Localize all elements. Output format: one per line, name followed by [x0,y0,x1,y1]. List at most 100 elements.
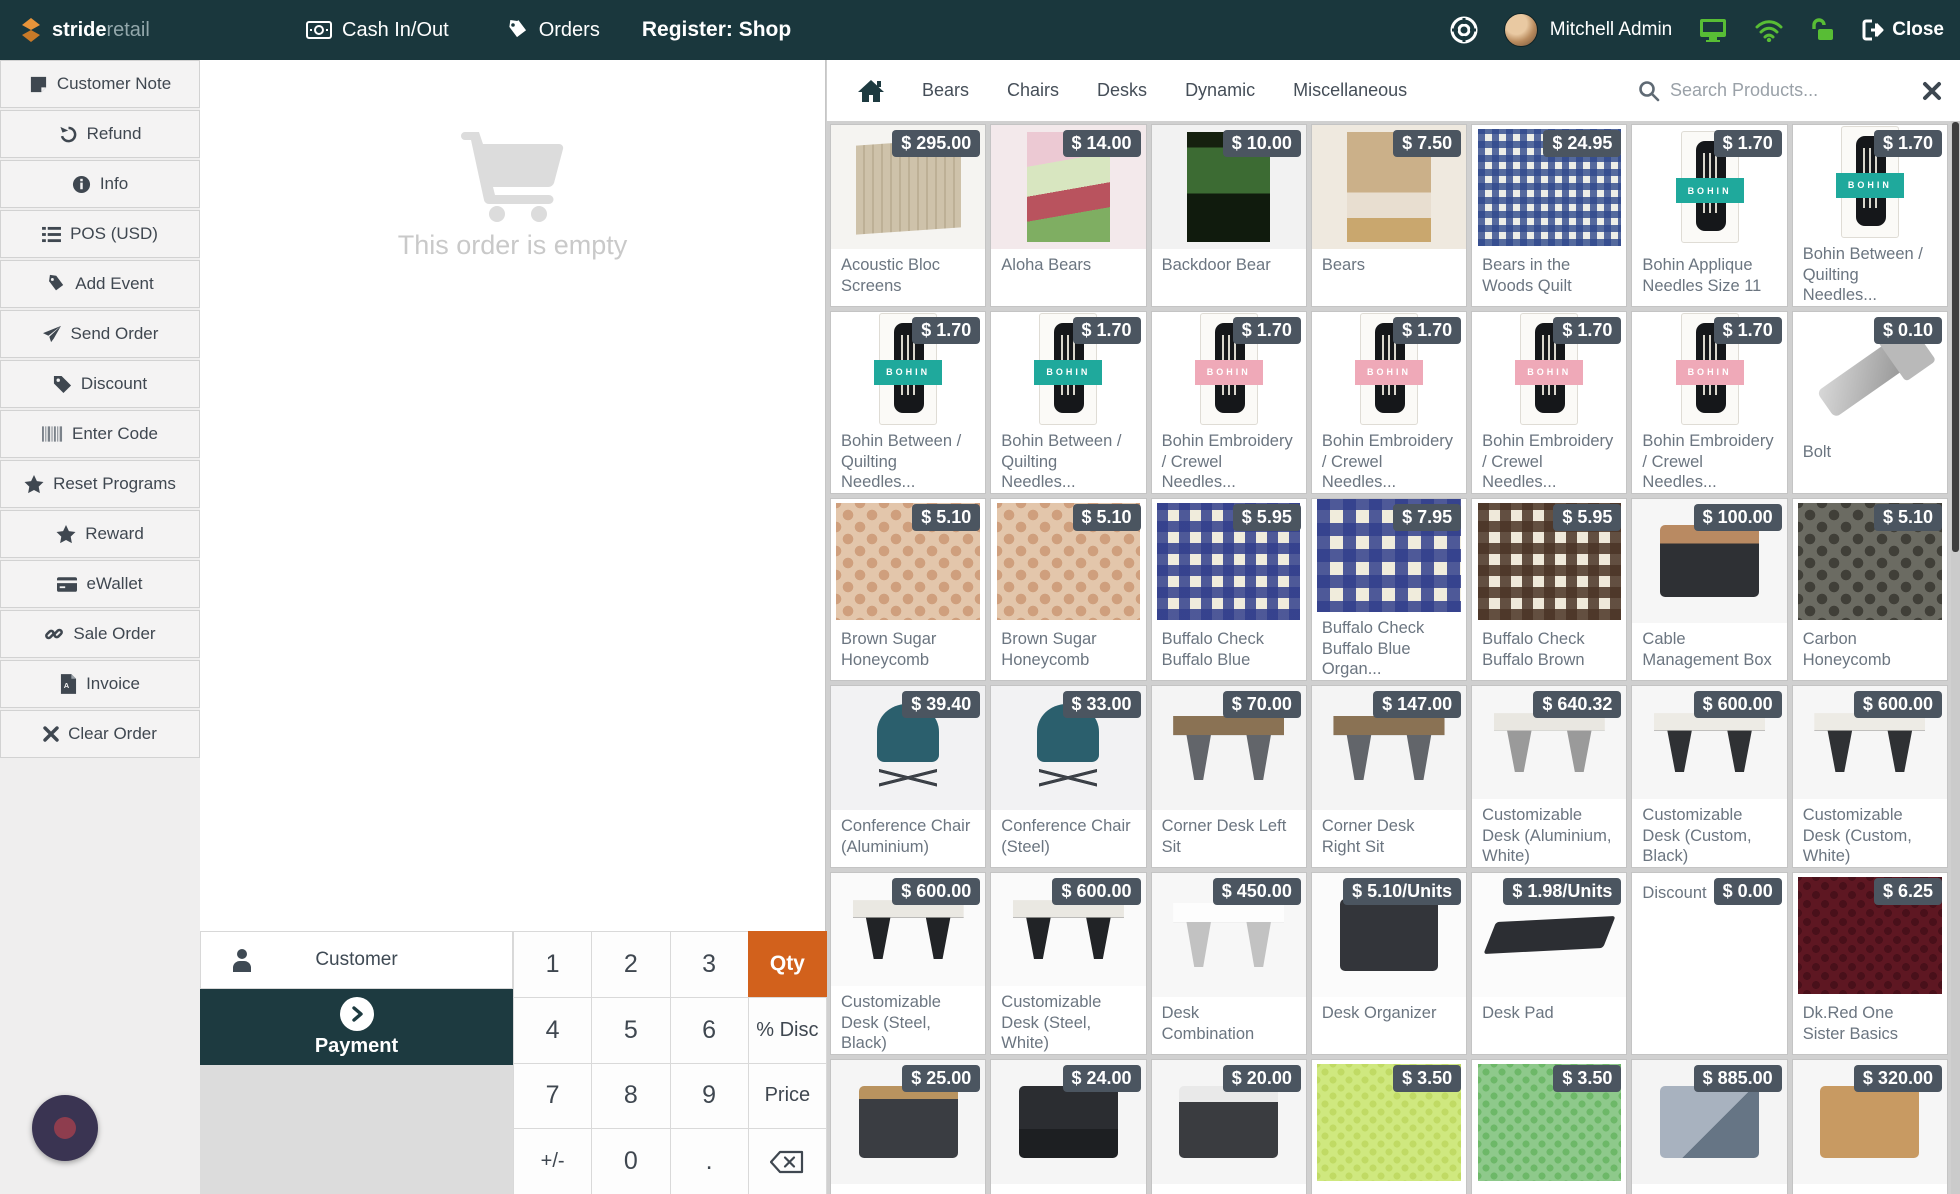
price-badge: $ 33.00 [1063,691,1141,718]
product-card[interactable]: $ 3.50 [1311,1059,1467,1194]
product-search [1638,80,1900,102]
refund-icon [59,125,78,144]
product-card-bears-in-the-woods-quilt[interactable]: $ 24.95Bears in the Woods Quilt [1471,124,1627,307]
numpad-key-3[interactable]: 3 [670,931,749,998]
product-card-brown-sugar-honeycomb[interactable]: $ 5.10Brown Sugar Honeycomb [990,498,1146,681]
chat-fab-button[interactable] [32,1095,98,1161]
close-session-button[interactable]: Close [1862,19,1944,41]
product-card-customizable-desk-aluminium-white[interactable]: $ 640.32Customizable Desk (Aluminium, Wh… [1471,685,1627,868]
product-card-buffalo-check-buffalo-brown[interactable]: $ 5.95Buffalo Check Buffalo Brown [1471,498,1627,681]
numpad-key-price[interactable]: Price [748,1063,827,1130]
product-card-desk-organizer[interactable]: $ 5.10/UnitsDesk Organizer [1311,872,1467,1055]
customer-display-icon[interactable] [1698,17,1728,43]
product-card-bohin-embroidery-crewel-needles[interactable]: $ 1.70BOHINBohin Embroidery / Crewel Nee… [1471,311,1627,494]
product-card-bolt[interactable]: $ 0.10Bolt [1792,311,1948,494]
product-card-bohin-between-quilting-needles[interactable]: $ 1.70BOHINBohin Between / Quilting Need… [990,311,1146,494]
numpad-key-.[interactable]: . [670,1128,749,1194]
product-card-customizable-desk-steel-black[interactable]: $ 600.00Customizable Desk (Steel, Black) [830,872,986,1055]
user-avatar[interactable] [1504,13,1538,47]
price-badge: $ 5.10/Units [1343,878,1461,905]
product-card-bohin-between-quilting-needles[interactable]: $ 1.70BOHINBohin Between / Quilting Need… [1792,124,1948,307]
wifi-status-icon[interactable] [1754,18,1784,42]
customer-button[interactable]: Customer [200,931,513,989]
product-card-bears[interactable]: $ 7.50Bears [1311,124,1467,307]
product-scrollbar-thumb[interactable] [1952,122,1959,552]
numpad-key-+/-[interactable]: +/- [513,1128,592,1194]
numpad-key-7[interactable]: 7 [513,1063,592,1130]
payment-button[interactable]: Payment [200,989,513,1065]
category-tab-bears[interactable]: Bears [903,60,988,121]
sidebar-button-info[interactable]: Info [0,160,200,208]
product-card[interactable]: $ 25.00 [830,1059,986,1194]
user-menu[interactable]: Mitchell Admin [1550,19,1673,41]
numpad-key-4[interactable]: 4 [513,997,592,1064]
sidebar-button-pos-usd[interactable]: POS (USD) [0,210,200,258]
product-card-buffalo-check-buffalo-blue[interactable]: $ 5.95Buffalo Check Buffalo Blue [1151,498,1307,681]
sidebar-button-refund[interactable]: Refund [0,110,200,158]
product-card[interactable]: $ 885.00 [1631,1059,1787,1194]
sidebar-button-reset-programs[interactable]: Reset Programs [0,460,200,508]
numpad-key-2[interactable]: 2 [591,931,670,998]
category-tab-miscellaneous[interactable]: Miscellaneous [1274,60,1426,121]
product-card-brown-sugar-honeycomb[interactable]: $ 5.10Brown Sugar Honeycomb [830,498,986,681]
sidebar-button-reward[interactable]: Reward [0,510,200,558]
product-card-acoustic-bloc-screens[interactable]: $ 295.00Acoustic Bloc Screens [830,124,986,307]
numpad-key-9[interactable]: 9 [670,1063,749,1130]
lifebuoy-icon[interactable] [1450,16,1478,44]
sidebar-button-discount[interactable]: Discount [0,360,200,408]
sidebar-button-clear-order[interactable]: Clear Order [0,710,200,758]
product-card-aloha-bears[interactable]: $ 14.00Aloha Bears [990,124,1146,307]
product-card-cable-management-box[interactable]: $ 100.00Cable Management Box [1631,498,1787,681]
numpad-key-1[interactable]: 1 [513,931,592,998]
product-card-conference-chair-aluminium[interactable]: $ 39.40Conference Chair (Aluminium) [830,685,986,868]
product-card-bohin-embroidery-crewel-needles[interactable]: $ 1.70BOHINBohin Embroidery / Crewel Nee… [1151,311,1307,494]
product-card-corner-desk-left-sit[interactable]: $ 70.00Corner Desk Left Sit [1151,685,1307,868]
sidebar-button-sale-order[interactable]: Sale Order [0,610,200,658]
product-card-bohin-between-quilting-needles[interactable]: $ 1.70BOHINBohin Between / Quilting Need… [830,311,986,494]
product-card-buffalo-check-buffalo-blue-organ[interactable]: $ 7.95Buffalo Check Buffalo Blue Organ..… [1311,498,1467,681]
numpad-key-0[interactable]: 0 [591,1128,670,1194]
product-card-dk-red-one-sister-basics[interactable]: $ 6.25Dk.Red One Sister Basics [1792,872,1948,1055]
product-card[interactable]: $ 320.00 [1792,1059,1948,1194]
product-card-customizable-desk-steel-white[interactable]: $ 600.00Customizable Desk (Steel, White) [990,872,1146,1055]
product-card-customizable-desk-custom-black[interactable]: $ 600.00Customizable Desk (Custom, Black… [1631,685,1787,868]
orders-button[interactable]: Orders [477,0,628,60]
product-card-desk-pad[interactable]: $ 1.98/UnitsDesk Pad [1471,872,1627,1055]
numpad-key-6[interactable]: 6 [670,997,749,1064]
cash-in-out-button[interactable]: Cash In/Out [278,0,477,60]
category-tab-desks[interactable]: Desks [1078,60,1166,121]
product-name [1152,1184,1306,1190]
numpad-key-8[interactable]: 8 [591,1063,670,1130]
product-card[interactable]: $ 3.50 [1471,1059,1627,1194]
product-card[interactable]: $ 24.00 [990,1059,1146,1194]
numpad-key-5[interactable]: 5 [591,997,670,1064]
category-tab-chairs[interactable]: Chairs [988,60,1078,121]
sidebar-button-ewallet[interactable]: eWallet [0,560,200,608]
numpad-key-qty[interactable]: Qty [748,931,827,998]
product-card-bohin-embroidery-crewel-needles[interactable]: $ 1.70BOHINBohin Embroidery / Crewel Nee… [1631,311,1787,494]
unlock-status-icon[interactable] [1810,17,1836,43]
numpad-key-backspace[interactable] [748,1128,827,1194]
category-tab-dynamic[interactable]: Dynamic [1166,60,1274,121]
sidebar-button-customer-note[interactable]: Customer Note [0,60,200,108]
search-input[interactable] [1670,80,1900,101]
product-card-carbon-honeycomb[interactable]: $ 5.10Carbon Honeycomb [1792,498,1948,681]
product-card-bohin-embroidery-crewel-needles[interactable]: $ 1.70BOHINBohin Embroidery / Crewel Nee… [1311,311,1467,494]
sidebar-button-invoice[interactable]: AInvoice [0,660,200,708]
product-card-desk-combination[interactable]: $ 450.00Desk Combination [1151,872,1307,1055]
home-category-button[interactable] [857,78,885,104]
product-card-bohin-applique-needles-size-11[interactable]: $ 1.70BOHINBohin Applique Needles Size 1… [1631,124,1787,307]
numpad-key-%-disc[interactable]: % Disc [748,997,827,1064]
product-card-corner-desk-right-sit[interactable]: $ 147.00Corner Desk Right Sit [1311,685,1467,868]
product-card-backdoor-bear[interactable]: $ 10.00Backdoor Bear [1151,124,1307,307]
sidebar-button-enter-code[interactable]: Enter Code [0,410,200,458]
product-card-discount[interactable]: $ 0.00Discount [1631,872,1787,1055]
product-card-conference-chair-steel[interactable]: $ 33.00Conference Chair (Steel) [990,685,1146,868]
product-name: Buffalo Check Buffalo Blue Organ... [1312,612,1466,680]
sidebar-button-label: Add Event [75,274,153,294]
sidebar-button-add-event[interactable]: Add Event [0,260,200,308]
product-card[interactable]: $ 20.00 [1151,1059,1307,1194]
sidebar-button-send-order[interactable]: Send Order [0,310,200,358]
product-card-customizable-desk-custom-white[interactable]: $ 600.00Customizable Desk (Custom, White… [1792,685,1948,868]
clear-search-icon[interactable] [1922,81,1942,101]
